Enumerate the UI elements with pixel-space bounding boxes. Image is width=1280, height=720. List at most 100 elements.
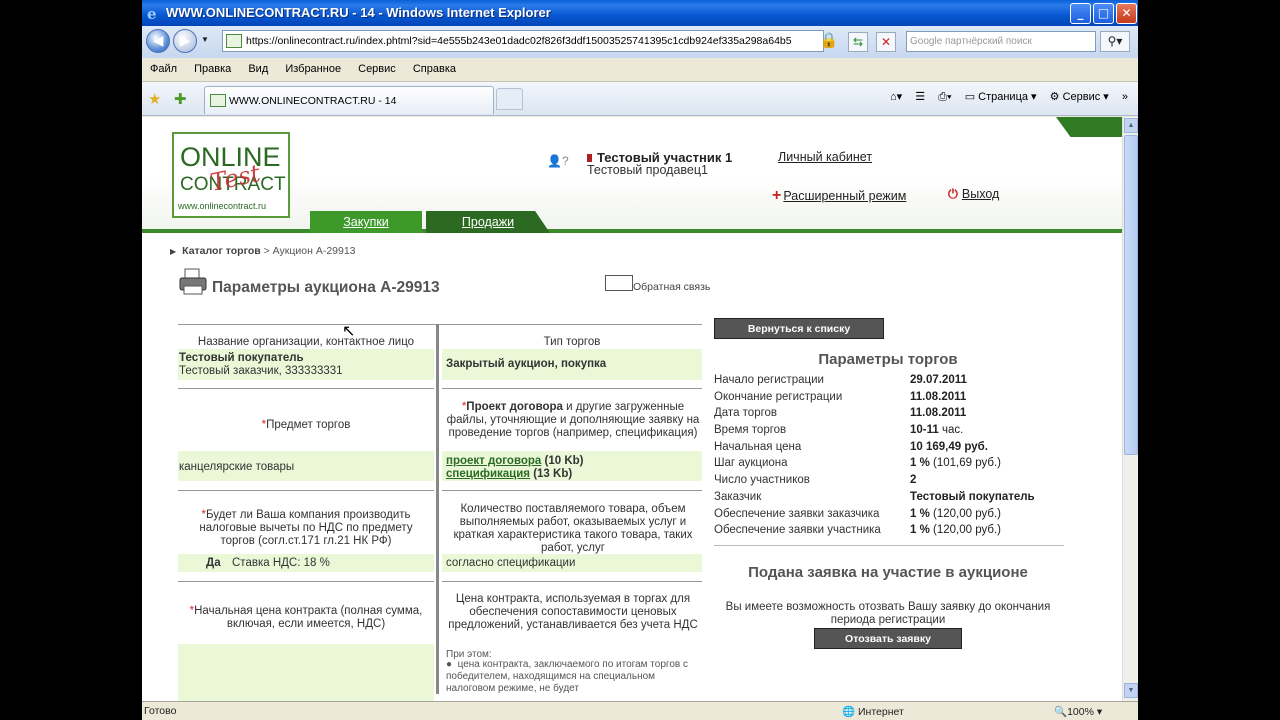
close-button[interactable]: ✕: [1116, 3, 1137, 24]
forward-arrow-icon[interactable]: ▶: [173, 29, 197, 53]
menu-help[interactable]: Справка: [405, 58, 456, 75]
param-label-3: Время торгов: [714, 424, 787, 436]
param-value-3: 10-11 час.: [910, 424, 963, 436]
subject-value: канцелярские товары: [179, 461, 295, 473]
printer-icon[interactable]: [178, 267, 208, 297]
extended-mode-link[interactable]: + Расширенный режим: [772, 187, 906, 205]
page-menu[interactable]: ▭ Страница ▾: [965, 91, 1037, 103]
params-divider: [714, 545, 1064, 546]
back-to-list-button[interactable]: Вернуться к списку: [714, 318, 884, 339]
quantity-label: Количество поставляемого товара, объем в…: [453, 503, 693, 554]
stop-icon[interactable]: ✕: [876, 32, 896, 52]
breadcrumb: ▶ Каталог торгов > Аукцион А-29913: [170, 245, 356, 257]
print-icon[interactable]: ⎙▾: [938, 91, 951, 103]
lock-icon[interactable]: 🔒: [818, 31, 840, 51]
favorites-star-icon[interactable]: ★: [148, 90, 161, 108]
applied-title: Подана заявка на участие в аукционе: [748, 564, 1028, 581]
internet-zone: 🌐 Интернет: [842, 705, 904, 718]
menu-favorites[interactable]: Избранное: [277, 58, 341, 75]
breadcrumb-sep: >: [260, 245, 273, 257]
cabinet-link[interactable]: Личный кабинет: [778, 150, 872, 164]
address-bar[interactable]: https://onlinecontract.ru/index.phtml?si…: [222, 30, 824, 52]
window-title: WWW.ONLINECONTRACT.RU - 14 - Windows Int…: [166, 5, 551, 20]
power-icon: ⏻: [948, 187, 958, 201]
maximize-button[interactable]: □: [1093, 3, 1114, 24]
scroll-up-icon[interactable]: ▲: [1124, 118, 1138, 133]
title-bar: e WWW.ONLINECONTRACT.RU - 14 - Windows I…: [142, 0, 1138, 26]
vat-answer: Да: [206, 557, 221, 569]
home-icon[interactable]: ⌂▾: [890, 91, 902, 103]
tools-menu-label: Сервис: [1062, 91, 1101, 103]
scroll-thumb[interactable]: [1124, 135, 1138, 455]
param-value-5-extra: (101,69 руб.): [929, 457, 1001, 469]
search-input[interactable]: Google партнёрский поиск: [906, 31, 1096, 52]
param-value-7-main: Тестовый покупатель: [910, 491, 1035, 503]
page-menu-label: Страница: [978, 91, 1028, 103]
breadcrumb-root[interactable]: Каталог торгов: [182, 245, 261, 257]
address-row: ◀ ▶ ▼ https://onlinecontract.ru/index.ph…: [142, 26, 1138, 58]
ie-window: e WWW.ONLINECONTRACT.RU - 14 - Windows I…: [142, 0, 1138, 720]
add-favorite-icon[interactable]: ✚: [174, 90, 187, 108]
vertical-scrollbar[interactable]: ▲ ▼: [1122, 117, 1138, 701]
feeds-icon[interactable]: ☰: [915, 91, 925, 103]
page-icon: [226, 34, 242, 48]
browser-tab[interactable]: WWW.ONLINECONTRACT.RU - 14: [204, 86, 494, 114]
tab-sales[interactable]: Продажи: [426, 211, 550, 233]
back-arrow-icon[interactable]: ◀: [146, 29, 170, 53]
param-value-8: 1 % (120,00 руб.): [910, 508, 1001, 520]
tab-purchases[interactable]: Закупки: [310, 211, 422, 233]
param-label-6: Число участников: [714, 474, 810, 486]
zone-label: Интернет: [858, 706, 904, 718]
user-marker-icon: [587, 154, 592, 162]
param-value-0: 29.07.2011: [910, 374, 967, 386]
subject-label: Предмет торгов: [266, 419, 351, 431]
user-help-icon[interactable]: 👤?: [547, 154, 569, 168]
vat-question-wrap: *Будет ли Ваша компания производить нало…: [199, 509, 413, 547]
param-value-9: 1 % (120,00 руб.): [910, 524, 1001, 536]
applied-text: Вы имеете возможность отозвать Вашу заяв…: [725, 601, 1051, 626]
tab-purchases-label: Закупки: [343, 215, 389, 229]
subject-label-wrap: *Предмет торгов: [261, 419, 351, 431]
exit-link[interactable]: ⏻ Выход: [948, 187, 999, 202]
start-price-wrap: *Начальная цена контракта (полная сумма,…: [189, 605, 423, 630]
minimize-button[interactable]: _: [1070, 3, 1091, 24]
param-value-9-extra: (120,00 руб.): [929, 524, 1001, 536]
param-label-2: Дата торгов: [714, 407, 778, 419]
revoke-application-button[interactable]: Отозвать заявку: [814, 628, 962, 649]
feedback-icon[interactable]: [605, 275, 633, 291]
param-value-2: 11.08.2011: [910, 407, 966, 419]
zoom-control[interactable]: 🔍100% ▾: [1054, 705, 1102, 718]
scroll-down-icon[interactable]: ▼: [1124, 683, 1138, 698]
site-logo[interactable]: ONLINE CONTRACT www.onlinecontract.ru Te…: [172, 132, 290, 218]
row-price-bg-left: [178, 644, 434, 701]
status-text: Готово: [144, 705, 177, 717]
tab-sales-label: Продажи: [461, 215, 515, 229]
new-tab-button[interactable]: [496, 88, 523, 110]
col2-header: Тип торгов: [543, 336, 601, 348]
chevron-right-icon[interactable]: »: [1122, 91, 1128, 103]
vat-question: Будет ли Ваша компания производить налог…: [199, 509, 413, 547]
status-bar: Готово 🌐 Интернет 🔍100% ▾: [142, 701, 1138, 720]
docs-bold: Проект договора: [466, 401, 563, 413]
price-bullet-text: цена контракта, заключаемого по итогам т…: [446, 659, 688, 694]
vat-rate: Ставка НДС: 18 %: [232, 557, 330, 569]
menu-tools[interactable]: Сервис: [350, 58, 396, 75]
org-name: Тестовый покупатель: [179, 352, 304, 364]
param-value-5: 1 % (101,69 руб.): [910, 457, 1001, 469]
history-dropdown-icon[interactable]: ▼: [201, 35, 209, 44]
user-company: Тестовый продавец1: [587, 163, 708, 177]
feedback-link[interactable]: Обратная связь: [633, 281, 710, 293]
param-label-8: Обеспечение заявки заказчика: [714, 508, 880, 520]
menu-file[interactable]: Файл: [142, 58, 177, 75]
search-icon[interactable]: ⚲▾: [1100, 31, 1130, 52]
param-value-8-main: 1 %: [910, 508, 930, 520]
menu-view[interactable]: Вид: [240, 58, 268, 75]
tools-menu[interactable]: ⚙ Сервис ▾: [1050, 91, 1109, 103]
refresh-icon[interactable]: ⇆: [848, 32, 868, 52]
menu-edit[interactable]: Правка: [186, 58, 231, 75]
quantity-value: согласно спецификации: [446, 557, 576, 569]
doc2-link[interactable]: спецификация: [446, 468, 530, 480]
mouse-cursor-icon: ↖: [342, 323, 356, 340]
extended-mode-label: Расширенный режим: [783, 189, 907, 203]
doc1-link[interactable]: проект договора: [446, 455, 541, 467]
